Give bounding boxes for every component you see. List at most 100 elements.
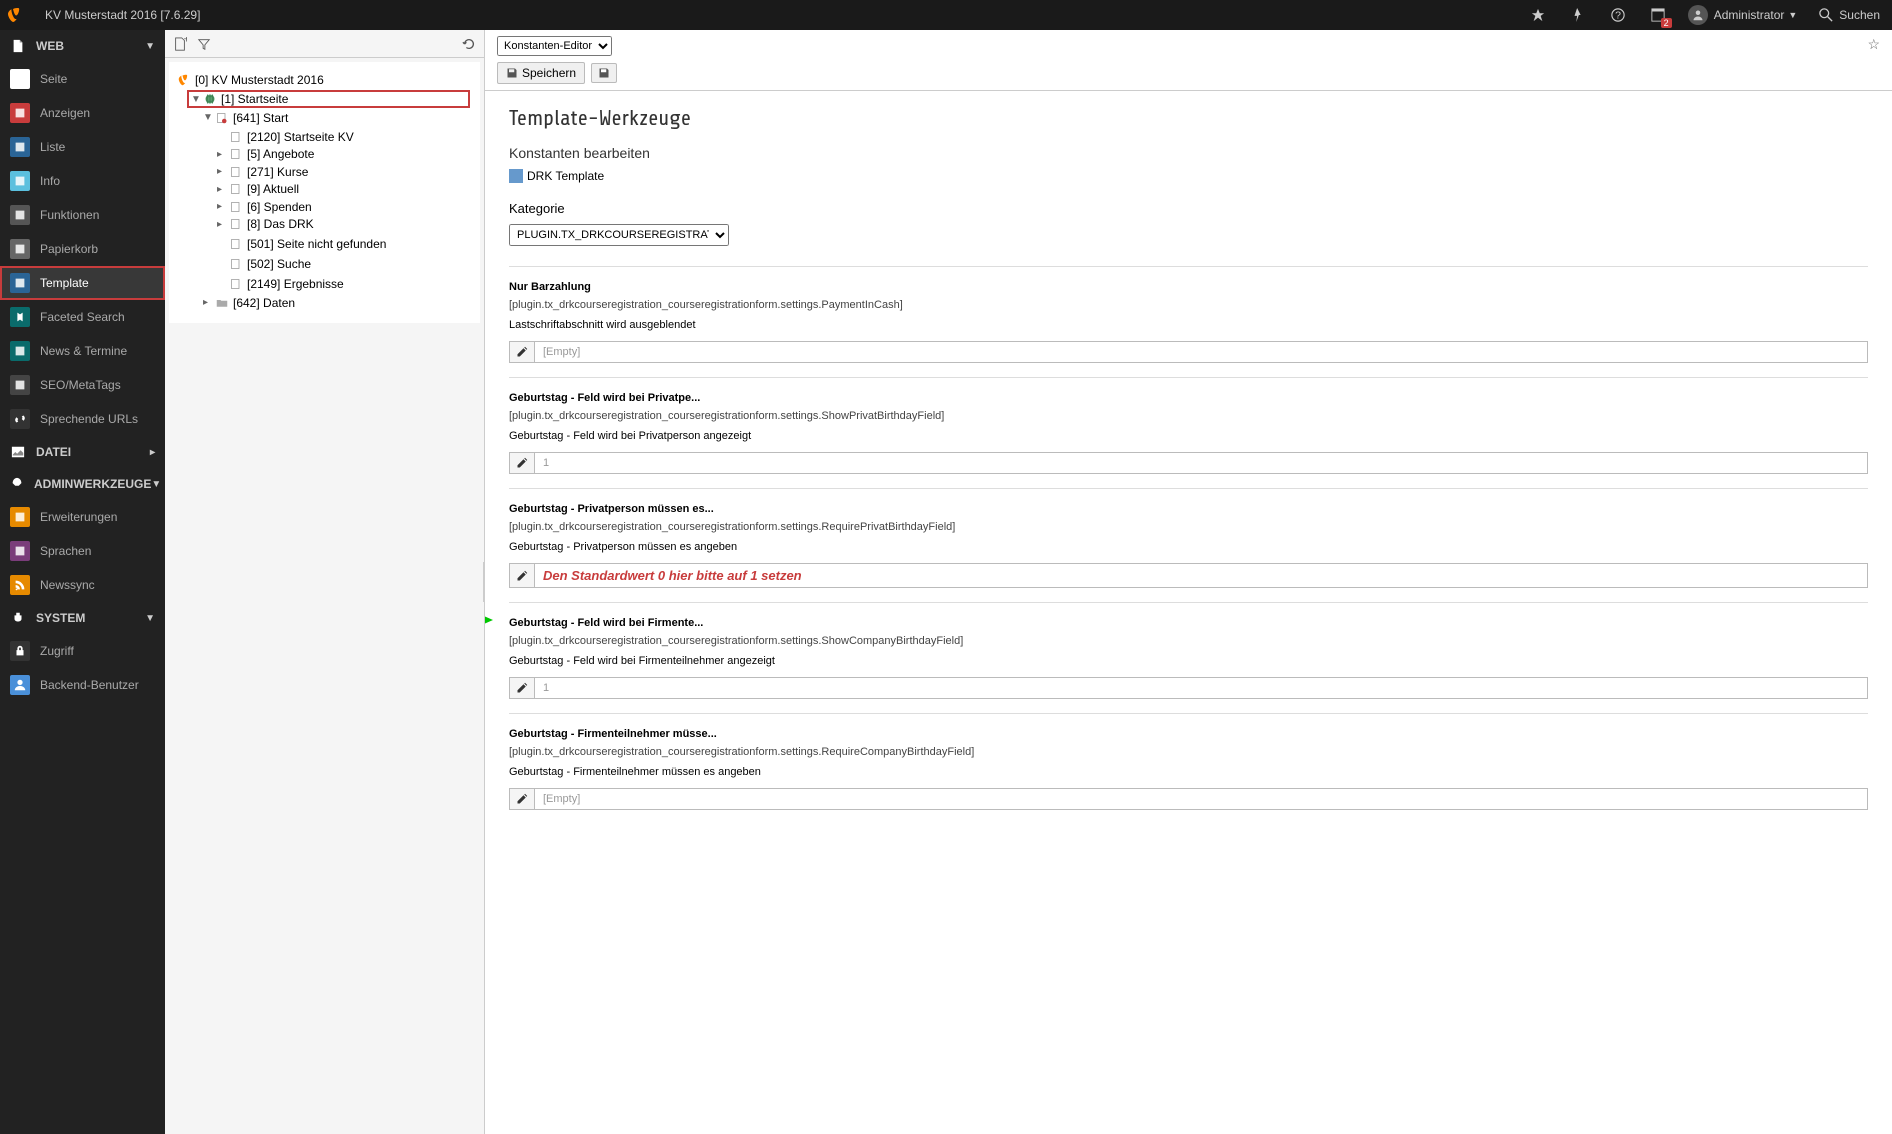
refresh-icon[interactable] (460, 35, 478, 53)
constant-value[interactable]: [Empty] (535, 788, 1868, 810)
module-item[interactable]: Newssync (0, 568, 165, 602)
module-label: Faceted Search (40, 310, 125, 324)
bookmark-icon[interactable] (1518, 0, 1558, 30)
module-group-admin[interactable]: ADMINWERKZEUGE ▼ (0, 468, 165, 500)
pencil-icon (516, 457, 528, 469)
tree-node[interactable]: ▸[271] Kurse (217, 165, 308, 179)
constant-value[interactable]: 1 (535, 677, 1868, 699)
module-label: Liste (40, 140, 65, 154)
module-label: Funktionen (40, 208, 99, 222)
page-icon (229, 130, 243, 144)
help-icon[interactable]: ? (1598, 0, 1638, 30)
bookmark-star-icon[interactable]: ☆ (1867, 36, 1880, 53)
page-tree-panel: + [0] KV Musterstadt 2016 ▼ [1] Startsei… (165, 30, 485, 1134)
user-label: Administrator (1714, 8, 1785, 22)
tree-node[interactable]: [2120] Startseite KV (217, 130, 354, 144)
tree-node[interactable]: ▸[642] Daten (203, 296, 295, 310)
info-icon (10, 171, 30, 191)
module-label: News & Termine (40, 344, 127, 358)
lang-icon (10, 541, 30, 561)
edit-button[interactable] (509, 788, 535, 810)
tree-node-startseite[interactable]: ▼ [1] Startseite (187, 90, 470, 108)
edit-button[interactable] (509, 452, 535, 474)
constant-item: Geburtstag - Firmenteilnehmer müsse...[p… (509, 713, 1868, 824)
tree-node[interactable]: ▸[8] Das DRK (217, 217, 314, 231)
tree-node[interactable]: ▸[6] Spenden (217, 200, 312, 214)
pencil-icon (516, 346, 528, 358)
plug-icon (10, 610, 26, 626)
category-label: Kategorie (509, 201, 1868, 216)
beusers-icon (10, 675, 30, 695)
constant-path: [plugin.tx_drkcourseregistration_courser… (509, 521, 1868, 533)
function-select[interactable]: Konstanten-Editor (497, 36, 612, 56)
save-button[interactable]: Speichern (497, 62, 585, 84)
tree-root[interactable]: [0] KV Musterstadt 2016 (175, 73, 324, 87)
page-icon (10, 69, 30, 89)
edit-button[interactable] (509, 677, 535, 699)
search-icon (1819, 8, 1833, 22)
category-select[interactable]: PLUGIN.TX_DRKCOURSEREGISTRATION (23) (509, 224, 729, 246)
edit-button[interactable] (509, 563, 535, 588)
save-view-button[interactable] (591, 63, 617, 83)
module-group-file[interactable]: DATEI ▸ (0, 436, 165, 468)
module-item[interactable]: Zugriff (0, 634, 165, 668)
module-item[interactable]: Faceted Search (0, 300, 165, 334)
search-icon (10, 307, 30, 327)
module-item[interactable]: Sprachen (0, 534, 165, 568)
module-item[interactable]: Erweiterungen (0, 500, 165, 534)
module-item[interactable]: Sprechende URLs (0, 402, 165, 436)
search-toolbar[interactable]: Suchen (1807, 8, 1892, 22)
toggle-icon[interactable]: ▼ (191, 94, 201, 105)
image-icon (10, 444, 26, 460)
module-item[interactable]: Anzeigen (0, 96, 165, 130)
module-item[interactable]: Liste (0, 130, 165, 164)
tree-node[interactable]: ▼ [641] Start (203, 111, 288, 125)
view-icon (10, 103, 30, 123)
module-item[interactable]: News & Termine (0, 334, 165, 368)
tree-node[interactable]: ▸[9] Aktuell (217, 182, 299, 196)
module-item[interactable]: Papierkorb (0, 232, 165, 266)
toggle-icon[interactable]: ▼ (203, 112, 213, 123)
page-tree: [0] KV Musterstadt 2016 ▼ [1] Startseite (169, 62, 480, 323)
constant-value[interactable]: Den Standardwert 0 hier bitte auf 1 setz… (535, 563, 1868, 588)
tree-node[interactable]: [502] Suche (217, 257, 311, 271)
module-label: Zugriff (40, 644, 74, 658)
constant-item: Geburtstag - Feld wird bei Privatpe...[p… (509, 377, 1868, 488)
module-item[interactable]: Seite (0, 62, 165, 96)
cache-icon[interactable] (1558, 0, 1598, 30)
top-bar: KV Musterstadt 2016 [7.6.29] ? 2 Adminis… (0, 0, 1892, 30)
page-icon (229, 257, 243, 271)
module-item[interactable]: Template (0, 266, 165, 300)
module-group-system[interactable]: SYSTEM ▼ (0, 602, 165, 634)
user-menu[interactable]: Administrator ▼ (1678, 5, 1808, 25)
recycle-icon (10, 239, 30, 259)
module-group-web[interactable]: WEB ▼ (0, 30, 165, 62)
badge-count: 2 (1661, 18, 1672, 28)
constant-value[interactable]: 1 (535, 452, 1868, 474)
application-info-icon[interactable]: 2 (1638, 0, 1678, 30)
news-icon (10, 341, 30, 361)
constant-value[interactable]: [Empty] (535, 341, 1868, 363)
edit-button[interactable] (509, 341, 535, 363)
module-label: SEO/MetaTags (40, 378, 121, 392)
module-item[interactable]: SEO/MetaTags (0, 368, 165, 402)
constant-path: [plugin.tx_drkcourseregistration_courser… (509, 635, 1868, 647)
ext-icon (10, 507, 30, 527)
module-label: Template (40, 276, 89, 290)
module-item[interactable]: Funktionen (0, 198, 165, 232)
filter-icon[interactable] (195, 35, 213, 53)
module-label: Newssync (40, 578, 95, 592)
new-page-icon[interactable]: + (171, 35, 189, 53)
list-icon (10, 137, 30, 157)
module-item[interactable]: Info (0, 164, 165, 198)
tree-node[interactable]: [501] Seite nicht gefunden (217, 237, 386, 251)
pencil-icon (516, 682, 528, 694)
tree-node[interactable]: ▸[5] Angebote (217, 147, 314, 161)
template-name: DRK Template (509, 169, 1868, 183)
constant-path: [plugin.tx_drkcourseregistration_courser… (509, 410, 1868, 422)
page-icon (229, 277, 243, 291)
tree-node[interactable]: [2149] Ergebnisse (217, 277, 344, 291)
typo3-logo[interactable] (0, 0, 30, 30)
module-item[interactable]: Backend-Benutzer (0, 668, 165, 702)
constant-title: Geburtstag - Privatperson müssen es... (509, 503, 1868, 515)
